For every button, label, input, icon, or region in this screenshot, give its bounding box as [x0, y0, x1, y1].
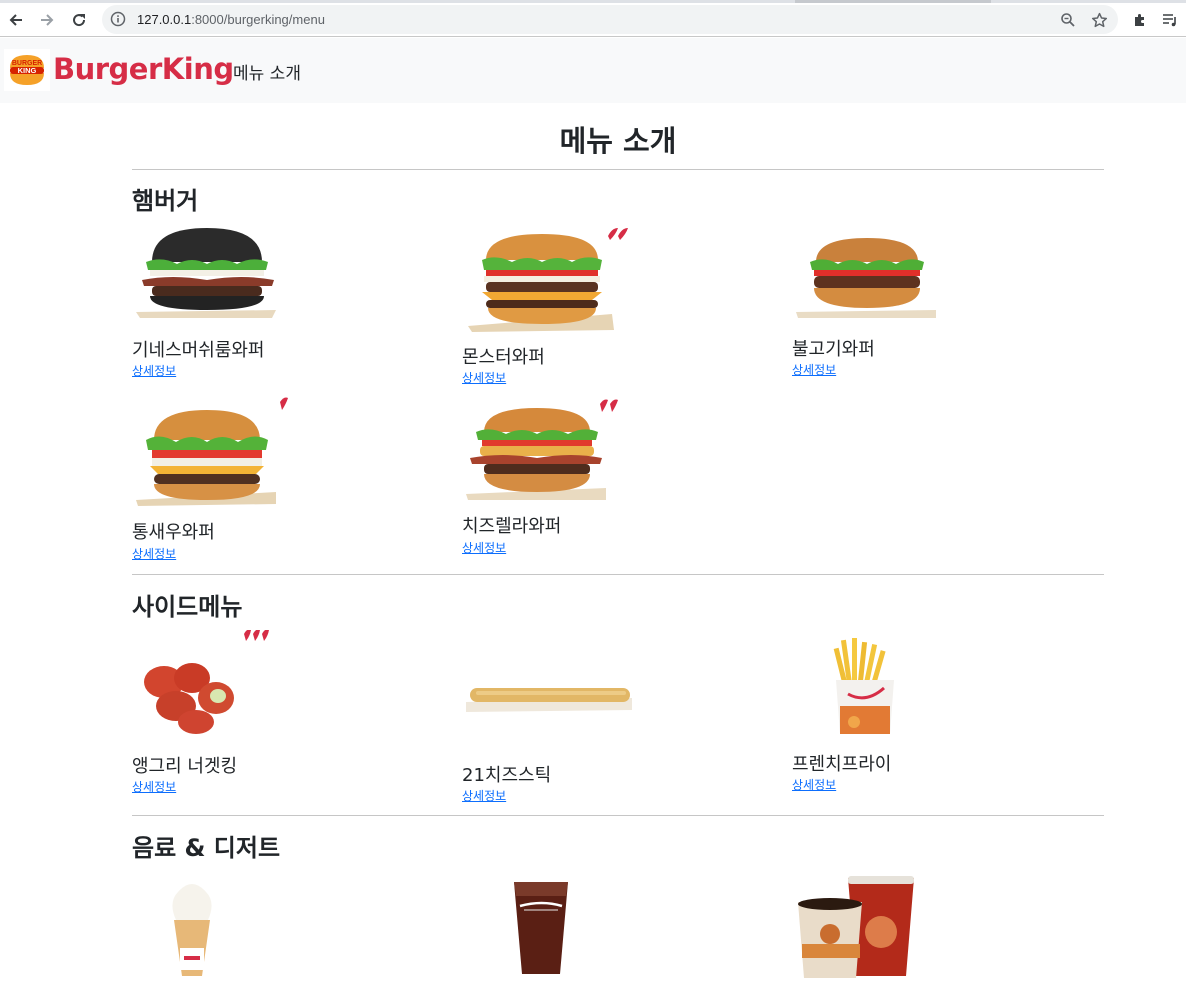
- menu-item-detail-link[interactable]: 상세정보: [132, 778, 176, 795]
- burger-image[interactable]: [132, 396, 292, 508]
- site-navbar: BURGER KING BurgerKing 메뉴 소개: [0, 38, 1186, 103]
- brand-name[interactable]: BurgerKing: [53, 52, 234, 86]
- side-image[interactable]: [462, 630, 634, 750]
- url-host: 127.0.0.1: [137, 12, 192, 27]
- menu-item-name: 통새우와퍼: [132, 522, 215, 543]
- burgerking-logo-icon[interactable]: BURGER KING: [4, 49, 50, 91]
- side-image[interactable]: [792, 630, 912, 740]
- side-image[interactable]: [132, 630, 272, 738]
- iced-cola-image[interactable]: [462, 872, 622, 980]
- menu-item-name: 불고기와퍼: [792, 339, 875, 360]
- page-title: 메뉴 소개: [559, 124, 677, 158]
- menu-item-detail-link[interactable]: 상세정보: [792, 361, 836, 378]
- url-path: :8000/burgerking/menu: [191, 12, 325, 27]
- burger-image[interactable]: [462, 222, 632, 334]
- burger-image[interactable]: [132, 222, 282, 322]
- browser-toolbar: 127.0.0.1:8000/burgerking/menu: [0, 3, 1186, 37]
- site-info-icon[interactable]: [110, 11, 126, 31]
- menu-item-detail-link[interactable]: 상세정보: [462, 539, 506, 556]
- burger-image[interactable]: [462, 396, 622, 502]
- menu-item-name: 21치즈스틱: [462, 765, 552, 786]
- menu-item-detail-link[interactable]: 상세정보: [462, 369, 506, 386]
- divider: [132, 169, 1104, 170]
- divider: [132, 815, 1104, 816]
- menu-item-detail-link[interactable]: 상세정보: [792, 776, 836, 793]
- arrow-left-icon: [9, 14, 22, 26]
- menu-item-name: 앵그리 너겟킹: [132, 756, 238, 777]
- menu-item-name: 프렌치프라이: [792, 754, 892, 775]
- nav-link-menu[interactable]: 메뉴 소개: [233, 59, 301, 84]
- reload-button[interactable]: [66, 3, 92, 37]
- media-queue-icon[interactable]: [1160, 10, 1180, 30]
- divider: [132, 574, 1104, 575]
- burger-image[interactable]: [792, 222, 942, 322]
- zoom-icon[interactable]: [1058, 10, 1078, 30]
- menu-item-detail-link[interactable]: 상세정보: [132, 362, 176, 379]
- url-text[interactable]: 127.0.0.1:8000/burgerking/menu: [137, 12, 325, 27]
- menu-item-name: 몬스터와퍼: [462, 347, 545, 368]
- forward-button[interactable]: [34, 3, 60, 37]
- section-title-side: 사이드메뉴: [132, 593, 243, 621]
- back-button[interactable]: [3, 3, 29, 37]
- extensions-puzzle-icon[interactable]: [1130, 10, 1150, 30]
- svg-text:KING: KING: [18, 66, 37, 75]
- bookmark-star-icon[interactable]: [1089, 10, 1109, 30]
- arrow-right-icon: [41, 14, 54, 26]
- menu-item-detail-link[interactable]: 상세정보: [132, 545, 176, 562]
- coffee-and-iced-tea-image[interactable]: [792, 872, 922, 980]
- soft-serve-cone-image[interactable]: [132, 872, 252, 980]
- address-bar[interactable]: 127.0.0.1:8000/burgerking/menu: [102, 5, 1118, 34]
- menu-item-name: 치즈렐라와퍼: [462, 516, 562, 537]
- section-title-burger: 햄버거: [132, 187, 199, 215]
- reload-icon: [73, 14, 86, 27]
- menu-item-detail-link[interactable]: 상세정보: [462, 787, 506, 804]
- section-title-drink: 음료 & 디저트: [132, 834, 281, 862]
- menu-item-name: 기네스머쉬룸와퍼: [132, 340, 265, 361]
